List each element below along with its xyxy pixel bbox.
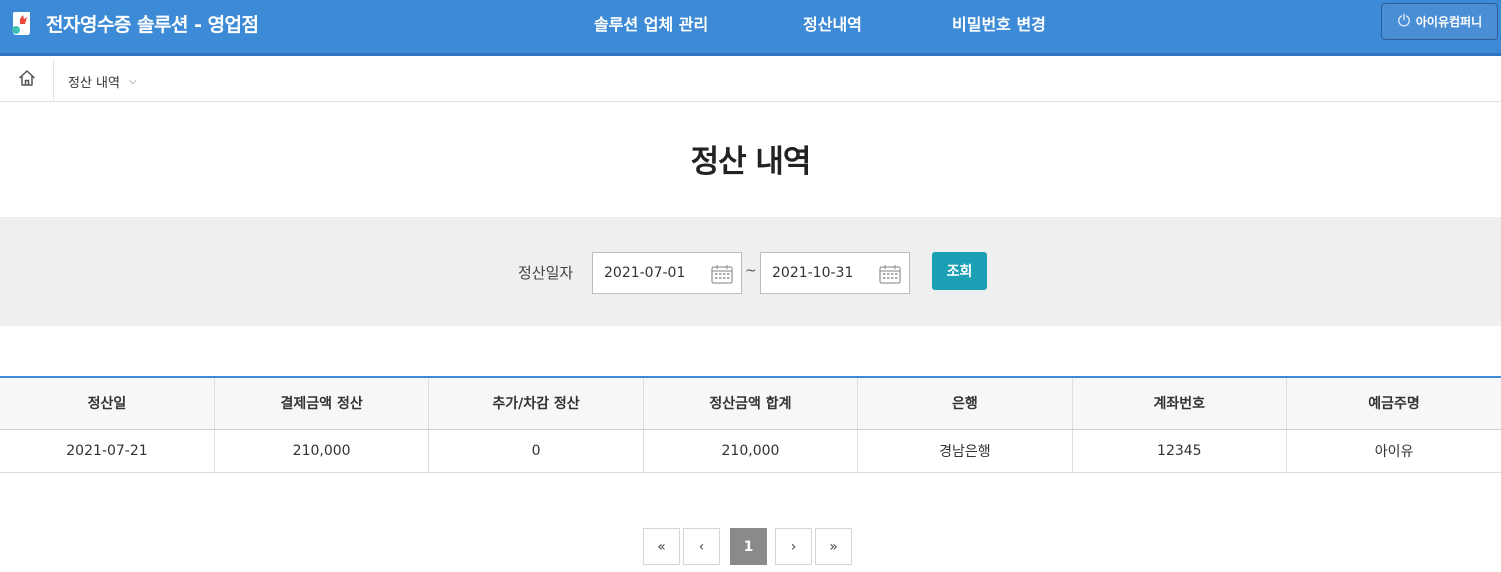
prev-page-button[interactable]: ‹ [683, 528, 720, 565]
column-header: 예금주명 [1286, 377, 1501, 430]
column-header: 결제금액 정산 [214, 377, 430, 430]
table-cell: 12345 [1072, 429, 1288, 473]
column-header: 은행 [857, 377, 1073, 430]
top-header: 전자영수증 솔루션 - 영업점 솔루션 업체 관리 정산내역 비밀번호 변경 아… [0, 0, 1501, 56]
last-page-button[interactable]: » [815, 528, 852, 565]
calendar-icon[interactable] [711, 264, 733, 284]
search-panel: 정산일자 2021-07-01 ~ 2021-10-31 조회 [0, 217, 1501, 326]
table-cell: 0 [428, 429, 644, 473]
table-cell: 경남은행 [857, 429, 1073, 473]
column-header: 정산일 [0, 377, 215, 430]
date-from-input[interactable]: 2021-07-01 [592, 252, 742, 294]
search-button[interactable]: 조회 [932, 252, 987, 290]
settlement-table: 정산일 결제금액 정산 추가/차감 정산 정산금액 합계 은행 계좌번호 예금주… [0, 376, 1501, 473]
first-page-button[interactable]: « [643, 528, 680, 565]
date-to-input[interactable]: 2021-10-31 [760, 252, 910, 294]
breadcrumb-current[interactable]: 정산 내역 ⌵ [68, 72, 137, 91]
logo-icon [8, 8, 38, 38]
column-header: 계좌번호 [1072, 377, 1288, 430]
table-cell: 210,000 [214, 429, 430, 473]
table-row: 2021-07-21 210,000 0 210,000 경남은행 12345 … [0, 429, 1501, 473]
table-header-row: 정산일 결제금액 정산 추가/차감 정산 정산금액 합계 은행 계좌번호 예금주… [0, 377, 1501, 430]
date-to-value: 2021-10-31 [772, 265, 854, 281]
power-icon [1397, 13, 1411, 30]
table-cell: 2021-07-21 [0, 429, 215, 473]
home-icon [17, 68, 37, 92]
chevron-down-icon: ⌵ [128, 76, 137, 87]
date-range-separator: ~ [745, 263, 757, 279]
breadcrumb: 정산 내역 ⌵ [0, 59, 1501, 102]
app-title: 전자영수증 솔루션 - 영업점 [46, 14, 259, 36]
nav-change-password[interactable]: 비밀번호 변경 [952, 11, 1046, 35]
date-from-value: 2021-07-01 [604, 265, 686, 281]
logout-button[interactable]: 아이유컴퍼니 [1381, 3, 1498, 40]
breadcrumb-label: 정산 내역 [68, 76, 120, 91]
nav-solution-vendors[interactable]: 솔루션 업체 관리 [594, 11, 708, 35]
home-button[interactable] [0, 59, 54, 101]
page-number-button[interactable]: 1 [730, 528, 767, 565]
table-cell: 아이유 [1286, 429, 1501, 473]
nav-settlement[interactable]: 정산내역 [803, 11, 862, 35]
settlement-date-label: 정산일자 [518, 264, 574, 282]
page-title: 정산 내역 [690, 144, 812, 180]
column-header: 추가/차감 정산 [428, 377, 644, 430]
next-page-button[interactable]: › [775, 528, 812, 565]
calendar-icon[interactable] [879, 264, 901, 284]
table-cell: 210,000 [643, 429, 859, 473]
column-header: 정산금액 합계 [643, 377, 859, 430]
user-name: 아이유컴퍼니 [1415, 15, 1483, 29]
